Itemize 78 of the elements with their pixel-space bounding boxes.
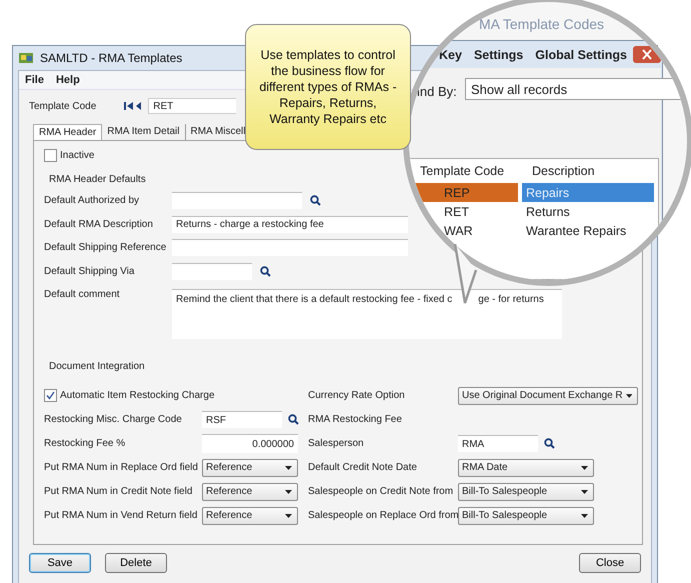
table-cell-text: Warantee Repairs: [525, 222, 628, 240]
search-icon[interactable]: [288, 414, 299, 425]
action-button[interactable]: Delete: [105, 553, 167, 573]
search-icon[interactable]: [260, 266, 271, 277]
field-label: Default comment: [44, 289, 121, 302]
checkbox-label: Automatic Item Restocking Charge: [60, 390, 215, 401]
checkbox[interactable]: [44, 149, 57, 162]
checkbox-label: Inactive: [60, 150, 94, 161]
menu-item[interactable]: Settings: [474, 48, 524, 62]
search-icon[interactable]: [544, 438, 555, 449]
field-label: Salespeople on Credit Note from: [307, 485, 454, 499]
field-label: Salespeople on Replace Ord from: [307, 509, 458, 523]
input-field[interactable]: 0.000000: [202, 434, 298, 453]
input-field[interactable]: [172, 192, 302, 210]
group-title: Document Integration: [49, 361, 146, 372]
list-row[interactable]: WAR Warantee Repairs: [409, 221, 658, 240]
caret-icon: [581, 466, 588, 470]
field-label: Default Credit Note Date: [307, 461, 418, 475]
dropdown[interactable]: Use Original Document Exchange R: [458, 386, 638, 404]
app-icon: [18, 51, 34, 65]
field-label: Put RMA Num in Credit Note field: [44, 485, 194, 499]
column-header[interactable]: Template Code: [420, 164, 532, 178]
dropdown[interactable]: Reference: [202, 458, 298, 476]
search-icon[interactable]: [310, 195, 321, 206]
comment-field[interactable]: Remind the client that there is a default restocking fee - fixed c ge - for returns: [172, 289, 562, 339]
close-button[interactable]: [633, 46, 661, 63]
caret-icon: [581, 490, 588, 494]
input-field[interactable]: RET: [148, 98, 236, 114]
dropdown[interactable]: RMA Date: [458, 458, 594, 476]
previous-record-icon[interactable]: [135, 102, 142, 110]
dropdown[interactable]: Bill-To Salespeople: [458, 506, 594, 524]
close-button[interactable]: Close: [579, 553, 641, 573]
tab[interactable]: RMA Header: [33, 124, 102, 140]
dropdown[interactable]: Bill-To Salespeople: [458, 482, 594, 500]
field-label: Default Authorized by: [44, 195, 140, 206]
field-label: Put RMA Num in Vend Return field: [44, 509, 198, 523]
window-title: MA Template Codes: [479, 16, 604, 32]
column-header[interactable]: Description: [532, 164, 658, 178]
field-label: Default Shipping Reference: [44, 242, 168, 254]
input-field[interactable]: [172, 262, 252, 280]
menu-item[interactable]: Key: [439, 48, 462, 62]
caret-icon: [285, 514, 292, 518]
input-field[interactable]: RMA: [458, 435, 538, 452]
field-label: Default Shipping Via: [44, 266, 136, 277]
table-cell-text: RET: [443, 204, 470, 220]
field-label: Restocking Fee %: [44, 437, 126, 451]
input-field[interactable]: [172, 239, 408, 256]
field-label: Default RMA Description: [44, 218, 154, 230]
table-cell-text: WAR: [443, 222, 474, 240]
field-label: Template Code: [29, 100, 96, 112]
help-tooltip: Use templates to control the business flow for different types of RMAs - Repairs, Returns, Warranty Repairs etc: [245, 24, 411, 150]
field-label: Currency Rate Option: [307, 389, 406, 403]
menu-item[interactable]: File: [25, 74, 44, 86]
caret-icon: [626, 394, 632, 398]
table-cell-text: Returns: [525, 204, 571, 220]
dropdown[interactable]: Reference: [202, 506, 298, 524]
description-text: RMA Restocking Fee: [307, 413, 403, 427]
table-cell: REP: [414, 183, 518, 202]
dropdown[interactable]: Reference: [202, 482, 298, 500]
field-label: Put RMA Num in Replace Ord field: [44, 461, 199, 475]
caret-icon: [581, 514, 588, 518]
group-title: RMA Header Defaults: [49, 174, 147, 185]
field-label: ind By:: [417, 84, 457, 99]
menu-item[interactable]: Help: [56, 74, 80, 86]
input-field[interactable]: RSF: [202, 411, 282, 428]
window-title: SAMLTD - RMA Templates: [40, 51, 182, 65]
input-field[interactable]: Returns - charge a restocking fee: [172, 216, 408, 233]
field-label: Salesperson: [307, 437, 365, 451]
field-label: Restocking Misc. Charge Code: [44, 413, 183, 427]
list-row[interactable]: RET Returns: [409, 202, 658, 221]
caret-icon: [285, 490, 292, 494]
table-cell: Repairs: [522, 183, 654, 202]
checkbox[interactable]: [44, 389, 57, 402]
list-row[interactable]: REP Repairs: [409, 183, 658, 202]
caret-icon: [285, 466, 292, 470]
action-button[interactable]: Save: [29, 553, 91, 573]
menu-item[interactable]: Global Settings: [535, 48, 627, 62]
first-record-icon[interactable]: [124, 102, 134, 110]
